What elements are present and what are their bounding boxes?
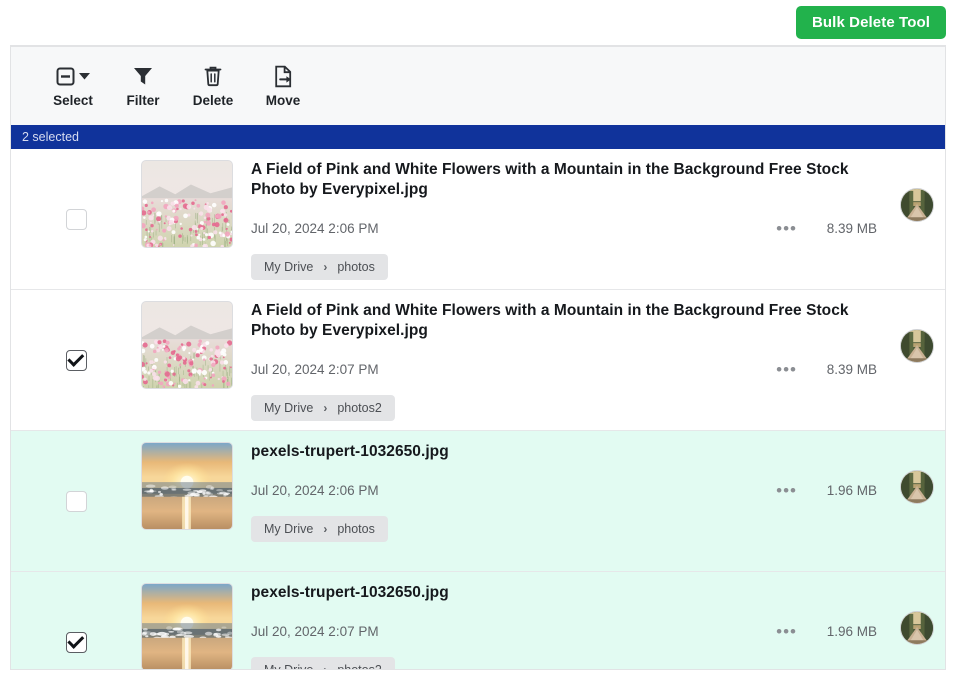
- chevron-down-icon: [79, 72, 90, 80]
- breadcrumb-root: My Drive: [264, 401, 313, 415]
- breadcrumb-folder: photos2: [337, 401, 381, 415]
- file-meta-line: Jul 20, 2024 2:06 PM ••• 8.39 MB: [251, 217, 877, 239]
- owner-avatar[interactable]: [900, 188, 934, 222]
- file-row[interactable]: A Field of Pink and White Flowers with a…: [11, 149, 945, 290]
- file-path-breadcrumb[interactable]: My Drive › photos2: [251, 395, 395, 421]
- file-meta-line: Jul 20, 2024 2:06 PM ••• 1.96 MB: [251, 479, 877, 501]
- breadcrumb-folder: photos: [337, 260, 375, 274]
- file-size: 1.96 MB: [821, 483, 877, 498]
- selection-count-bar: 2 selected: [11, 125, 945, 149]
- owner-avatar[interactable]: [900, 329, 934, 363]
- row-checkbox-cell: [11, 301, 141, 420]
- file-date: Jul 20, 2024 2:07 PM: [251, 362, 379, 377]
- row-more-menu-icon[interactable]: •••: [774, 482, 799, 499]
- row-info: pexels-trupert-1032650.jpg Jul 20, 2024 …: [251, 583, 889, 670]
- file-meta-line: Jul 20, 2024 2:07 PM ••• 8.39 MB: [251, 358, 877, 380]
- beach-sunset-thumbnail[interactable]: [141, 583, 233, 670]
- trash-icon: [203, 61, 223, 91]
- file-size: 8.39 MB: [821, 221, 877, 236]
- row-thumbnail-cell: [141, 442, 251, 530]
- filter-label: Filter: [126, 94, 159, 108]
- row-checkbox-cell: [11, 442, 141, 561]
- bulk-delete-tool-button[interactable]: Bulk Delete Tool: [796, 6, 946, 39]
- file-size: 1.96 MB: [821, 624, 877, 639]
- file-meta-right: ••• 1.96 MB: [774, 482, 877, 499]
- file-date: Jul 20, 2024 2:07 PM: [251, 624, 379, 639]
- move-button[interactable]: Move: [261, 61, 305, 108]
- file-meta-line: Jul 20, 2024 2:07 PM ••• 1.96 MB: [251, 620, 877, 642]
- file-name[interactable]: A Field of Pink and White Flowers with a…: [251, 160, 877, 200]
- owner-avatar[interactable]: [900, 470, 934, 504]
- delete-button[interactable]: Delete: [191, 61, 235, 108]
- select-checkbox-dropdown-icon: [56, 61, 90, 91]
- file-meta-right: ••• 8.39 MB: [774, 220, 877, 237]
- file-path-breadcrumb[interactable]: My Drive › photos: [251, 516, 388, 542]
- select-button[interactable]: Select: [51, 61, 95, 108]
- row-info: pexels-trupert-1032650.jpg Jul 20, 2024 …: [251, 442, 889, 542]
- file-size: 8.39 MB: [821, 362, 877, 377]
- file-move-arrow-icon: [273, 61, 294, 91]
- row-thumbnail-cell: [141, 160, 251, 248]
- chevron-right-icon: ›: [323, 522, 327, 536]
- file-meta-right: ••• 8.39 MB: [774, 361, 877, 378]
- row-avatar-cell: [889, 583, 945, 645]
- row-thumbnail-cell: [141, 583, 251, 670]
- row-more-menu-icon[interactable]: •••: [774, 361, 799, 378]
- row-thumbnail-cell: [141, 301, 251, 389]
- breadcrumb-root: My Drive: [264, 260, 313, 274]
- chevron-right-icon: ›: [323, 663, 327, 670]
- file-row[interactable]: pexels-trupert-1032650.jpg Jul 20, 2024 …: [11, 431, 945, 572]
- row-select-checkbox[interactable]: [66, 491, 87, 512]
- top-action-bar: Bulk Delete Tool: [0, 0, 956, 45]
- file-name[interactable]: pexels-trupert-1032650.jpg: [251, 442, 877, 462]
- action-toolbar: Select Filter Delete Move: [11, 47, 945, 125]
- file-manager-panel: Select Filter Delete Move 2 selected A F…: [10, 45, 946, 670]
- file-row[interactable]: pexels-trupert-1032650.jpg Jul 20, 2024 …: [11, 572, 945, 670]
- file-name[interactable]: pexels-trupert-1032650.jpg: [251, 583, 877, 603]
- pink-flower-field-thumbnail[interactable]: [141, 301, 233, 389]
- file-path-breadcrumb[interactable]: My Drive › photos2: [251, 657, 395, 670]
- row-avatar-cell: [889, 160, 945, 222]
- chevron-right-icon: ›: [323, 401, 327, 415]
- file-name[interactable]: A Field of Pink and White Flowers with a…: [251, 301, 877, 341]
- row-more-menu-icon[interactable]: •••: [774, 623, 799, 640]
- funnel-icon: [132, 61, 154, 91]
- file-meta-right: ••• 1.96 MB: [774, 623, 877, 640]
- row-select-checkbox[interactable]: [66, 350, 87, 371]
- row-checkbox-cell: [11, 160, 141, 279]
- breadcrumb-root: My Drive: [264, 663, 313, 670]
- row-info: A Field of Pink and White Flowers with a…: [251, 301, 889, 421]
- row-more-menu-icon[interactable]: •••: [774, 220, 799, 237]
- delete-label: Delete: [193, 94, 234, 108]
- pink-flower-field-thumbnail[interactable]: [141, 160, 233, 248]
- filter-button[interactable]: Filter: [121, 61, 165, 108]
- row-select-checkbox[interactable]: [66, 209, 87, 230]
- breadcrumb-folder: photos: [337, 522, 375, 536]
- file-date: Jul 20, 2024 2:06 PM: [251, 483, 379, 498]
- select-label: Select: [53, 94, 93, 108]
- breadcrumb-folder: photos2: [337, 663, 381, 670]
- chevron-right-icon: ›: [323, 260, 327, 274]
- row-select-checkbox[interactable]: [66, 632, 87, 653]
- owner-avatar[interactable]: [900, 611, 934, 645]
- row-info: A Field of Pink and White Flowers with a…: [251, 160, 889, 280]
- move-label: Move: [266, 94, 301, 108]
- row-checkbox-cell: [11, 583, 141, 670]
- row-avatar-cell: [889, 442, 945, 504]
- file-path-breadcrumb[interactable]: My Drive › photos: [251, 254, 388, 280]
- selection-count-text: 2 selected: [22, 130, 79, 144]
- breadcrumb-root: My Drive: [264, 522, 313, 536]
- beach-sunset-thumbnail[interactable]: [141, 442, 233, 530]
- file-date: Jul 20, 2024 2:06 PM: [251, 221, 379, 236]
- file-row[interactable]: A Field of Pink and White Flowers with a…: [11, 290, 945, 431]
- file-list: A Field of Pink and White Flowers with a…: [11, 149, 945, 670]
- row-avatar-cell: [889, 301, 945, 363]
